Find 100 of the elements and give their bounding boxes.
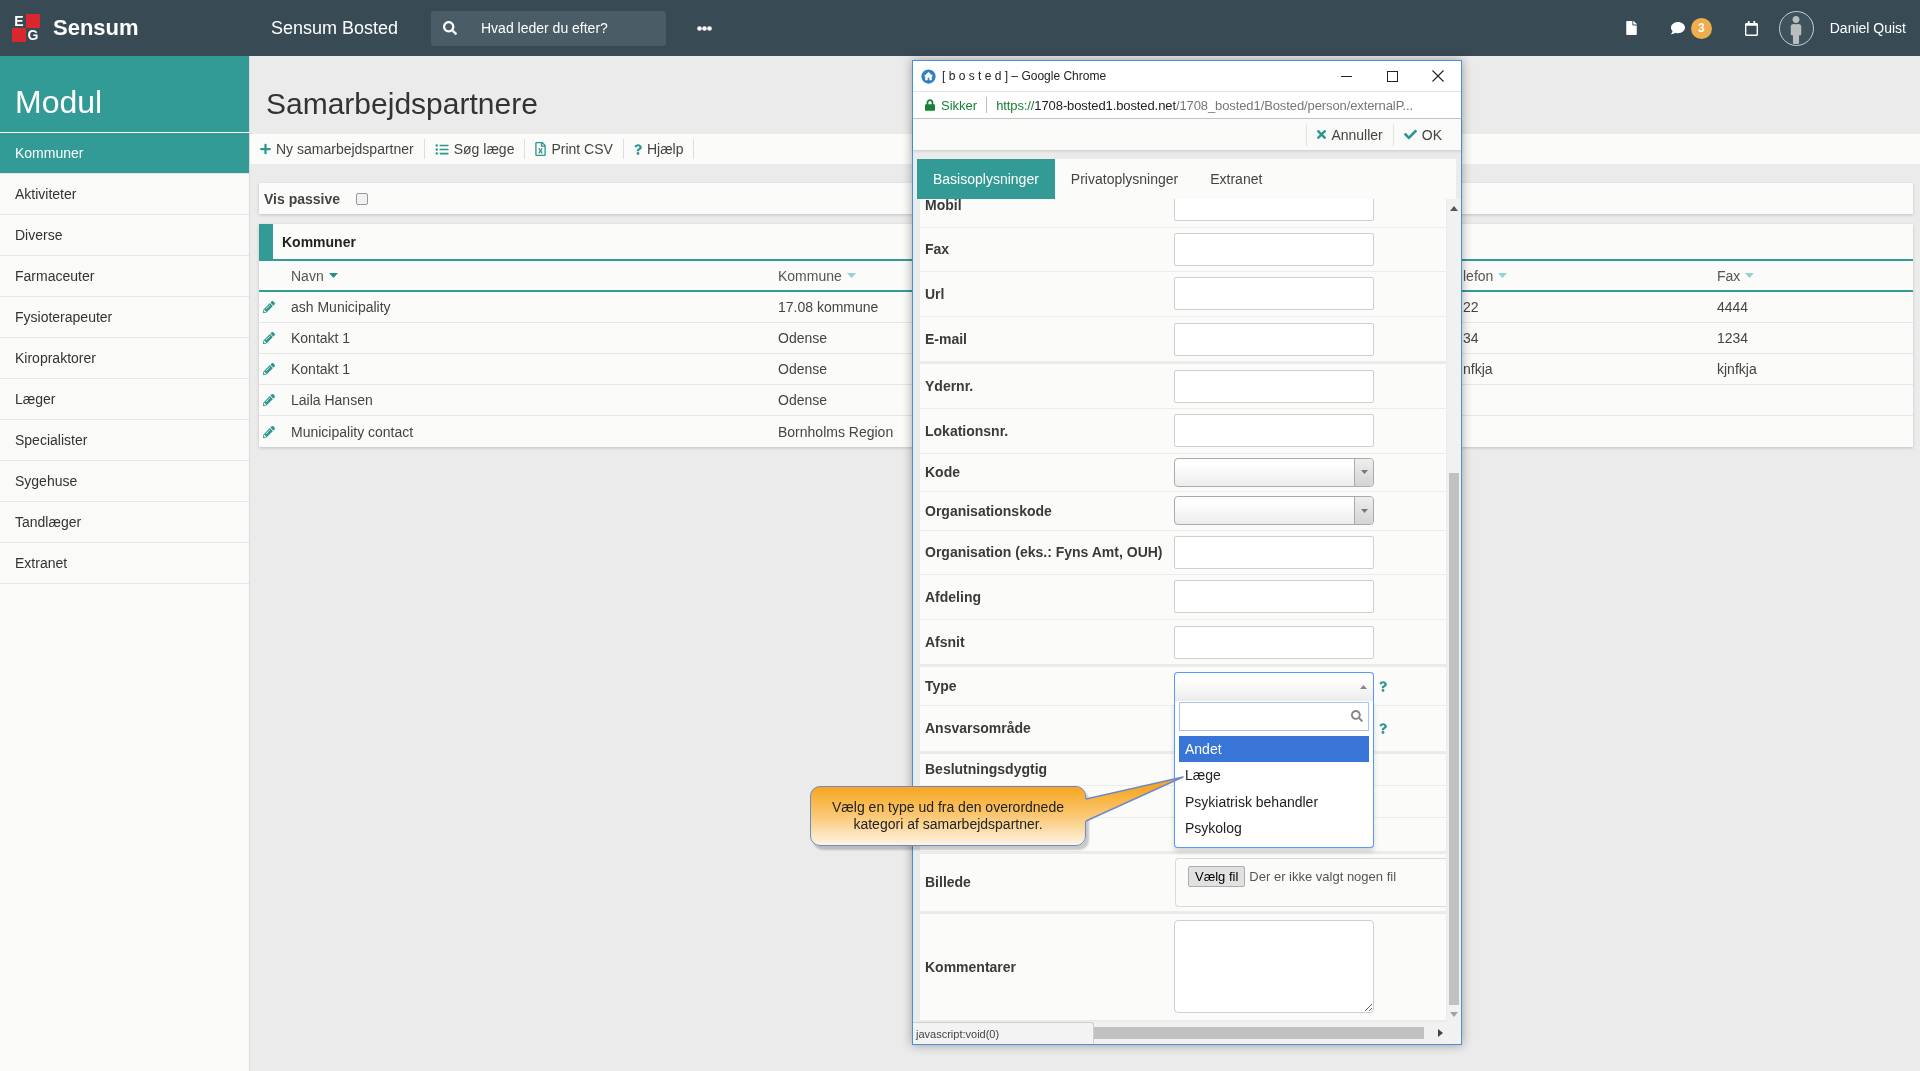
pencil-icon[interactable] [263,363,275,375]
file-field[interactable]: Vælg fil Der er ikke valgt nogen fil [1175,857,1446,907]
help-icon[interactable] [1379,722,1387,734]
text-input[interactable] [1174,322,1374,356]
table-cell: ash Municipality [291,299,391,315]
scrollbar-thumb[interactable] [1449,473,1459,1005]
tab[interactable]: Extranet [1194,159,1279,199]
table-cell: Odense [778,392,828,408]
dropdown-search-field[interactable] [1179,701,1369,731]
sidebar-item[interactable]: Læger [0,379,249,420]
document-icon[interactable] [1625,21,1637,35]
table-cell: Municipality contact [291,423,414,440]
file-status-text: Der er ikke valgt nogen fil [1249,867,1397,886]
text-input[interactable] [1174,369,1374,403]
vertical-scrollbar[interactable] [1447,199,1461,1022]
sidebar-title: Modul [0,56,249,133]
field-label: Afdeling [925,588,981,605]
text-input[interactable] [1174,625,1374,659]
action-button[interactable]: Annuller [1306,123,1393,146]
sidebar-item[interactable]: Tandlæger [0,502,249,543]
text-input[interactable] [1174,232,1374,266]
textarea-field[interactable] [1174,920,1374,1014]
action-button[interactable]: OK [1392,123,1452,146]
text-input[interactable] [1174,414,1374,448]
scroll-up-icon[interactable] [1450,206,1458,211]
minimize-icon[interactable] [1340,75,1352,77]
checkbox[interactable] [356,192,369,205]
tab[interactable]: Privatoplysninger [1054,159,1195,199]
sidebar-item[interactable]: Sygehuse [0,461,249,502]
table-cell: Kontakt 1 [291,330,351,346]
select-field[interactable] [1174,671,1374,701]
pencil-icon[interactable] [263,301,275,313]
search-icon [1351,709,1363,722]
search-icon [443,20,457,35]
user-name[interactable]: Daniel Quist [1829,20,1906,36]
list-icon [434,142,449,156]
security-label: Sikker [941,97,978,113]
page-title: Samarbejdspartnere [266,86,538,122]
lock-icon [925,99,935,111]
toolbar-button[interactable]: Søg læge [424,139,526,159]
more-icon[interactable] [697,25,712,31]
text-input[interactable] [1174,277,1374,311]
scrollbar-thumb[interactable] [1094,1027,1424,1039]
sidebar-item[interactable]: Kiropraktorer [0,338,249,379]
table-cell: 1234 [1717,330,1749,346]
column-header[interactable]: Navn [291,267,338,284]
column-header[interactable]: Kommune [778,267,856,284]
filter-label: Vis passive [264,190,341,207]
notification-count: 3 [1690,17,1712,39]
field-label: Afsnit [925,634,965,651]
field-label: Ydernr. [925,378,974,395]
sidebar-item[interactable]: Diverse [0,215,249,256]
help-icon[interactable] [1379,680,1387,692]
field-label: Kode [925,464,960,481]
select-field[interactable] [1174,496,1374,526]
url-text[interactable]: https://1708-bosted1.bosted.net/1708_bosted1/Bosted/person/externalP... [996,97,1414,113]
field-label: Organisation (eks.: Fyns Amt, OUH) [925,544,1163,561]
table-cell: Laila Hansen [291,392,373,408]
sidebar-item[interactable]: Fysioterapeuter [0,297,249,338]
field-label: Beslutningsdygtig [925,761,1048,778]
spreadsheet-file-icon [535,142,547,156]
logo-mark: E G [12,14,40,42]
sidebar-item[interactable]: Farmaceuter [0,256,249,297]
maximize-icon[interactable] [1386,70,1398,82]
toolbar-button[interactable]: Hjælp [623,139,695,159]
close-icon[interactable] [1432,70,1444,82]
column-header[interactable]: Fax [1717,267,1755,284]
sidebar-item[interactable]: Specialister [0,420,249,461]
search-field[interactable]: Hvad leder du efter? [431,10,666,46]
pencil-icon[interactable] [263,425,275,438]
field-label: Mobil [925,199,962,213]
app-title: Sensum Bosted [271,17,400,39]
select-field[interactable] [1174,457,1374,487]
house-icon [921,68,936,84]
status-url-text: javascript:void(0) [913,1022,1094,1044]
pencil-icon[interactable] [263,332,275,344]
check-icon [1403,128,1417,141]
toolbar-button[interactable]: Ny samarbejdspartner [250,139,425,159]
scroll-right-icon[interactable] [1438,1029,1443,1037]
field-label: Type [925,678,957,695]
pencil-icon[interactable] [263,394,275,406]
calendar-icon[interactable] [1744,20,1758,36]
toolbar-button[interactable]: Print CSV [525,139,624,159]
dropdown-option[interactable]: Psykolog [1179,815,1369,842]
field-label: Fax [925,241,950,258]
brand-name: Sensum [53,15,139,41]
column-header[interactable]: lefon [1463,267,1508,284]
caret-up-icon [1360,684,1367,689]
chat-bubble-icon[interactable] [1669,21,1686,35]
text-input[interactable] [1174,580,1374,614]
scroll-down-icon[interactable] [1450,1012,1458,1017]
dropdown-option[interactable]: Andet [1179,735,1369,763]
field-label: Billede [925,874,971,891]
plus-icon [260,143,271,155]
text-input[interactable] [1174,535,1374,569]
sidebar-item[interactable]: Extranet [0,543,249,584]
avatar-icon[interactable] [1778,10,1814,46]
choose-file-button[interactable]: Vælg fil [1188,865,1246,887]
sidebar-item[interactable]: Aktiviteter [0,174,249,215]
cross-icon [1317,128,1327,141]
